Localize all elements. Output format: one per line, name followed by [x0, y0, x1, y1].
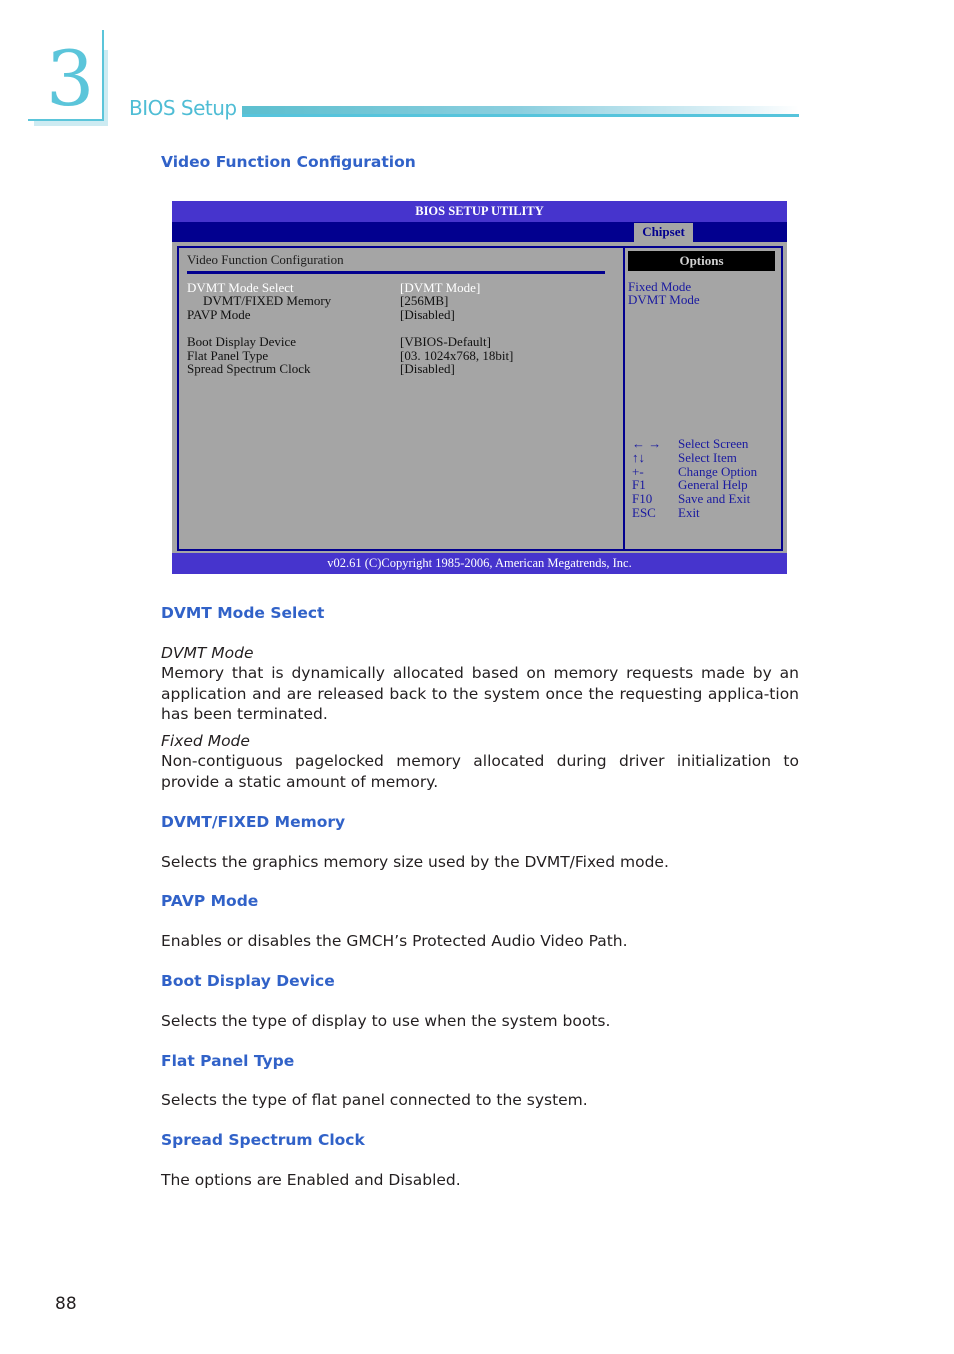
key-f1: F1	[632, 477, 646, 492]
bios-item-boot-display-device[interactable]: Boot Display Device	[187, 335, 296, 349]
key-desc-general-help: General Help	[678, 477, 748, 492]
page-number: 88	[55, 1294, 77, 1314]
bios-item-dvmt-fixed-memory[interactable]: DVMT/FIXED Memory	[203, 294, 331, 308]
bios-value-dvmt-fixed-memory[interactable]: [256MB]	[400, 294, 448, 308]
text-boot-display-device: Selects the type of display to use when …	[161, 1012, 611, 1030]
section-title: Video Function Configuration	[161, 153, 416, 171]
chapter-box-border-right	[102, 30, 104, 120]
chapter-title: BIOS Setup	[129, 96, 237, 120]
bios-item-pavp-mode[interactable]: PAVP Mode	[187, 308, 250, 322]
key-desc-save-and-exit: Save and Exit	[678, 491, 751, 506]
chapter-title-bar-underline	[242, 114, 799, 117]
text-spread-spectrum-clock: The options are Enabled and Disabled.	[161, 1171, 461, 1189]
text-dvmt-fixed-memory: Selects the graphics memory size used by…	[161, 853, 669, 871]
heading-spread-spectrum-clock: Spread Spectrum Clock	[161, 1131, 365, 1149]
chapter-number: 3	[46, 34, 95, 123]
bios-option-dvmt-mode[interactable]: DVMT Mode	[628, 293, 700, 307]
bios-panel-title-underline	[187, 271, 605, 274]
bios-value-pavp-mode[interactable]: [Disabled]	[400, 308, 455, 322]
bios-title-bar: BIOS SETUP UTILITY	[172, 201, 787, 222]
bios-options-header: Options	[628, 251, 775, 271]
label-dvmt-mode: DVMT Mode	[161, 644, 254, 662]
text-pavp-mode: Enables or disables the GMCH’s Protected…	[161, 932, 628, 950]
bios-menu-bar	[172, 222, 787, 242]
bios-value-spread-spectrum-clock[interactable]: [Disabled]	[400, 362, 455, 376]
key-desc-select-item: Select Item	[678, 450, 737, 465]
bios-value-boot-display-device[interactable]: [VBIOS-Default]	[400, 335, 491, 349]
key-desc-select-screen: Select Screen	[678, 436, 749, 451]
key-arrows-up-down: ↑↓	[632, 450, 645, 465]
text-flat-panel-type: Selects the type of flat panel connected…	[161, 1091, 588, 1109]
bios-copyright-footer: v02.61 (C)Copyright 1985-2006, American …	[172, 553, 787, 574]
heading-boot-display-device: Boot Display Device	[161, 972, 335, 990]
key-arrows-left-right: ← →	[632, 436, 662, 451]
bios-tab-chipset[interactable]: Chipset	[634, 223, 693, 242]
bios-panel-divider	[623, 248, 625, 549]
heading-flat-panel-type: Flat Panel Type	[161, 1052, 295, 1070]
key-desc-exit: Exit	[678, 505, 700, 520]
text-fixed-mode: Non-contiguous pagelocked memory allocat…	[161, 752, 799, 791]
bios-panel-title: Video Function Configuration	[187, 252, 344, 267]
key-esc: ESC	[632, 505, 656, 520]
heading-dvmt-mode-select: DVMT Mode Select	[161, 604, 325, 622]
bios-screen: BIOS SETUP UTILITY Chipset Video Functio…	[172, 201, 787, 574]
text-dvmt-mode: Memory that is dynamically allocated bas…	[161, 664, 799, 723]
bios-item-spread-spectrum-clock[interactable]: Spread Spectrum Clock	[187, 362, 310, 376]
label-fixed-mode: Fixed Mode	[161, 732, 250, 750]
heading-dvmt-fixed-memory: DVMT/FIXED Memory	[161, 813, 346, 831]
key-f10: F10	[632, 491, 653, 506]
heading-pavp-mode: PAVP Mode	[161, 892, 259, 910]
